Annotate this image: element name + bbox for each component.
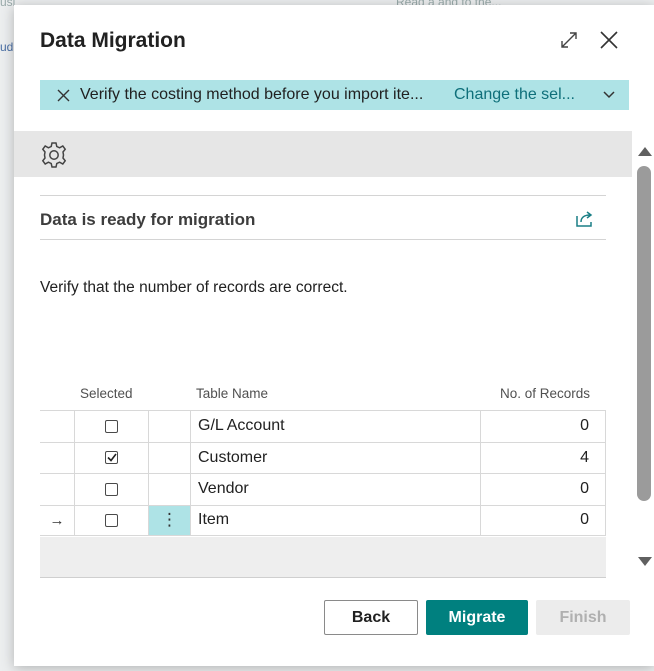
row-checkbox[interactable]: [105, 451, 118, 465]
column-header-table-name[interactable]: Table Name: [196, 386, 268, 401]
scroll-up-arrow[interactable]: [638, 143, 652, 161]
row-actions-menu-icon[interactable]: ⋮: [148, 505, 190, 535]
records-cell[interactable]: 0: [480, 505, 606, 535]
notification-action-link[interactable]: Change the sel...: [454, 86, 575, 104]
table-empty-area: [40, 537, 606, 577]
row-checkbox[interactable]: [105, 513, 118, 527]
background-text: ud: [0, 40, 14, 54]
divider: [40, 239, 606, 240]
row-indicator: [40, 474, 74, 505]
divider: [40, 195, 606, 196]
checkmark-icon: [106, 453, 117, 462]
share-icon[interactable]: [574, 208, 596, 230]
close-icon[interactable]: [596, 27, 622, 53]
chevron-down-icon[interactable]: [603, 91, 615, 99]
scroll-down-arrow[interactable]: [638, 554, 652, 572]
table-row[interactable]: → ⋮ Item 0: [40, 504, 606, 536]
records-cell[interactable]: 4: [480, 442, 606, 473]
settings-bar: [14, 131, 632, 177]
table-name-cell[interactable]: G/L Account: [190, 411, 480, 442]
column-header-records[interactable]: No. of Records: [500, 386, 590, 401]
row-indicator: [40, 411, 74, 442]
dialog-title: Data Migration: [40, 29, 186, 52]
row-checkbox[interactable]: [105, 419, 118, 433]
row-indicator: [40, 443, 74, 474]
expand-icon[interactable]: [556, 27, 582, 53]
row-action-cell: [148, 411, 190, 442]
row-action-cell: [148, 442, 190, 473]
table-row[interactable]: Vendor 0: [40, 473, 606, 505]
row-checkbox[interactable]: [105, 482, 118, 496]
dismiss-icon[interactable]: [54, 86, 72, 104]
notification-message: Verify the costing method before you imp…: [80, 86, 424, 103]
back-button[interactable]: Back: [324, 600, 418, 635]
migrate-button[interactable]: Migrate: [426, 600, 528, 635]
divider: [40, 577, 606, 578]
migration-table: G/L Account 0 Customer 4 Vendor 0 → ⋮ It…: [40, 410, 606, 536]
records-cell[interactable]: 0: [480, 411, 606, 442]
column-header-selected[interactable]: Selected: [80, 386, 133, 401]
gear-icon[interactable]: [40, 141, 68, 169]
instruction-text: Verify that the number of records are co…: [40, 279, 348, 296]
notification-bar: Verify the costing method before you imp…: [40, 80, 629, 110]
section-title: Data is ready for migration: [40, 210, 256, 229]
scrollbar-thumb[interactable]: [637, 166, 651, 501]
table-name-cell[interactable]: Item: [190, 505, 480, 535]
records-cell[interactable]: 0: [480, 474, 606, 505]
table-row[interactable]: Customer 4: [40, 441, 606, 474]
current-row-arrow-icon: →: [49, 511, 65, 529]
table-name-cell[interactable]: Customer: [190, 442, 480, 473]
data-migration-dialog: Data Migration Verify the costing method…: [14, 5, 654, 666]
table-row[interactable]: G/L Account 0: [40, 410, 606, 442]
row-action-cell: [148, 474, 190, 505]
table-name-cell[interactable]: Vendor: [190, 474, 480, 505]
finish-button[interactable]: Finish: [536, 600, 630, 635]
